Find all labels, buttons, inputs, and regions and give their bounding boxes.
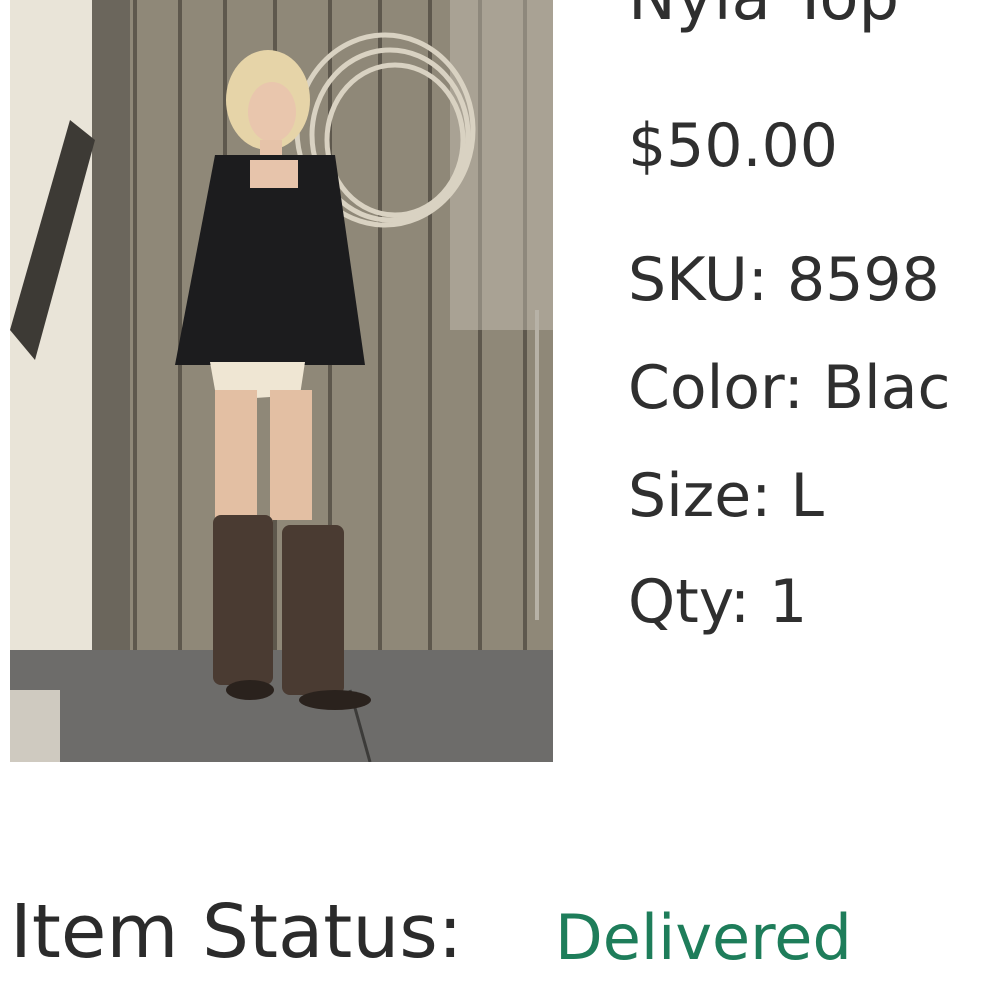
product-color: Color: Blac <box>628 353 951 423</box>
product-photo-illustration <box>10 0 553 762</box>
product-sku: SKU: 8598 <box>628 245 940 315</box>
product-image[interactable] <box>10 0 553 762</box>
item-status-value: Delivered <box>555 901 852 974</box>
product-price: $50.00 <box>628 111 838 181</box>
product-quantity: Qty: 1 <box>628 567 808 637</box>
product-details: Nyla Top $50.00 SKU: 8598 Color: Blac Si… <box>628 0 1000 760</box>
product-title[interactable]: Nyla Top <box>628 0 899 38</box>
product-size: Size: L <box>628 461 824 531</box>
item-status-label: Item Status: <box>10 889 463 975</box>
